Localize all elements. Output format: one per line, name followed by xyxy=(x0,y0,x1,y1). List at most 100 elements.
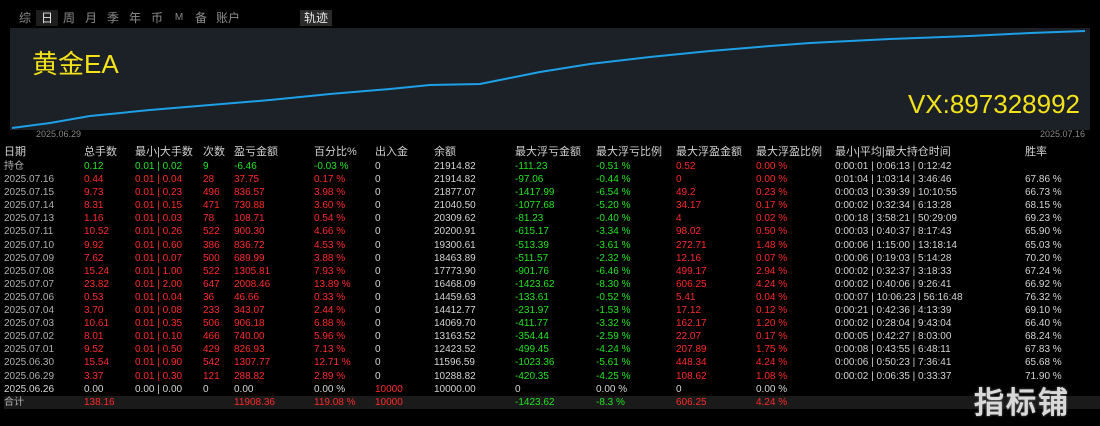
cell-bal: 21877.07 xyxy=(434,187,476,199)
cell-mfp: 162.17 xyxy=(676,318,707,330)
tab-period[interactable]: 季 xyxy=(102,10,124,26)
cell-minmax: 0.01 | 0.15 xyxy=(135,200,183,212)
cell-mflp: -6.54 % xyxy=(596,187,631,199)
cell-pct: 12.71 % xyxy=(314,357,351,369)
cell-mfl: -1423.62 xyxy=(515,396,555,408)
cell-date: 2025.07.04 xyxy=(4,305,55,317)
cell-pct: 2.44 % xyxy=(314,305,346,317)
column-header: 胜率 xyxy=(1025,146,1047,158)
cell-lots: 10.61 xyxy=(84,318,110,330)
cell-bal: 20309.62 xyxy=(434,213,476,225)
cell-mfpp: 4.24 % xyxy=(756,396,788,408)
cell-bal: 18463.89 xyxy=(434,252,476,264)
cell-mfp: 108.62 xyxy=(676,370,707,382)
tab-period[interactable]: 币 xyxy=(146,10,168,26)
cell-pl: 836.72 xyxy=(234,239,265,251)
cell-mflp: -2.59 % xyxy=(596,331,631,343)
total-row[interactable]: 合计 138.16 11908.36 119.08 % 10000 -1423.62 -8.… xyxy=(4,395,1100,409)
cell-bal: 21914.82 xyxy=(434,174,476,186)
cell-mfl: -513.39 xyxy=(515,239,549,251)
cell-count: 496 xyxy=(203,187,220,199)
table-row[interactable]: 2025.07.13 1.16 0.01 | 0.03 78 108.71 0.54 % 0… xyxy=(4,212,1100,225)
cell-count: 233 xyxy=(203,305,220,317)
cell-date: 2025.06.29 xyxy=(4,370,55,382)
table-row[interactable]: 2025.07.09 7.62 0.01 | 0.07 500 689.99 3.88 %… xyxy=(4,252,1100,265)
cell-win: 67.24 % xyxy=(1025,265,1062,277)
table-row[interactable]: 2025.07.04 3.70 0.01 | 0.08 233 343.07 2.44 %… xyxy=(4,304,1100,317)
table-row[interactable]: 2025.07.01 9.52 0.01 | 0.50 429 826.93 7.13 %… xyxy=(4,343,1100,356)
cell-lots: 0.44 xyxy=(84,174,104,186)
cell-pct: 3.98 % xyxy=(314,187,346,199)
cell-count: 78 xyxy=(203,213,215,225)
table-row[interactable]: 2025.07.02 8.01 0.01 | 0.10 466 740.00 5.96 %… xyxy=(4,330,1100,343)
table-row[interactable]: 2025.07.11 10.52 0.01 | 0.26 522 900.30 4.66 … xyxy=(4,225,1100,238)
tab-period[interactable]: 备 xyxy=(190,10,212,26)
cell-io: 0 xyxy=(375,226,381,238)
cell-time: 0:00:01 | 0:06:13 | 0:12:42 xyxy=(835,161,952,172)
table-row[interactable]: 2025.07.03 10.61 0.01 | 0.35 506 906.18 6.88 … xyxy=(4,317,1100,330)
cell-date: 2025.07.01 xyxy=(4,344,55,356)
cell-mfp: 0 xyxy=(676,174,682,186)
cell-io: 0 xyxy=(375,291,381,303)
cell-time: 0:00:18 | 3:58:21 | 50:29:09 xyxy=(835,213,957,225)
cell-pl: -6.46 xyxy=(234,161,257,172)
table-row[interactable]: 2025.07.16 0.44 0.01 | 0.04 28 37.75 0.17 % 0 2… xyxy=(4,173,1100,186)
table-row[interactable]: 2025.06.30 15.54 0.01 | 0.90 542 1307.77 12.7… xyxy=(4,356,1100,369)
table-header: 日期 总手数 最小|大手数 次数 盈亏金额 百分比% 出入金 余额 最大浮亏金额 最大浮亏比例 最大… xyxy=(4,144,1100,160)
cell-count: 466 xyxy=(203,331,220,343)
cell-pct: 7.93 % xyxy=(314,265,346,277)
cell-lots: 0.53 xyxy=(84,291,104,303)
table-row[interactable]: 持仓 0.12 0.01 | 0.02 9 -6.46 -0.03 % 0 21914.82 -… xyxy=(4,160,1100,173)
cell-pl: 46.66 xyxy=(234,291,260,303)
cell-win: 66.73 % xyxy=(1025,187,1062,199)
table-row[interactable]: 2025.07.15 9.73 0.01 | 0.23 496 836.57 3.98 %… xyxy=(4,186,1100,199)
cell-mflp: -4.25 % xyxy=(596,370,631,382)
cell-pct: 4.66 % xyxy=(314,226,346,238)
column-header: 盈亏金额 xyxy=(234,146,278,158)
tab-period[interactable]: 月 xyxy=(80,10,102,26)
cell-mfl: -133.61 xyxy=(515,291,549,303)
table-row[interactable]: 2025.07.08 15.24 0.01 | 1.00 522 1305.81 7.93… xyxy=(4,265,1100,278)
cell-lots: 9.92 xyxy=(84,239,104,251)
cell-mfpp: 4.24 % xyxy=(756,357,788,369)
cell-lots: 9.52 xyxy=(84,344,104,356)
tab-period[interactable]: 账户 xyxy=(212,10,244,26)
cell-pct: 0.17 % xyxy=(314,174,346,186)
cell-time: 0:00:02 | 0:32:34 | 6:13:28 xyxy=(835,200,952,212)
cell-bal: 13163.52 xyxy=(434,331,476,343)
cell-minmax: 0.01 | 0.90 xyxy=(135,357,183,369)
tab-period[interactable]: 周 xyxy=(58,10,80,26)
period-tabs: 综日周月季年币 M 备账户 xyxy=(14,10,244,26)
tab-period[interactable]: M xyxy=(168,10,190,26)
tab-period[interactable]: 综 xyxy=(14,10,36,26)
cell-mflp: -5.20 % xyxy=(596,200,631,212)
table-row[interactable]: 2025.06.29 3.37 0.01 | 0.30 121 288.82 2.89 %… xyxy=(4,370,1100,383)
column-header: 最大浮盈金额 xyxy=(676,146,742,158)
table-row[interactable]: 2025.07.06 0.53 0.01 | 0.04 36 46.66 0.33 % 0 1… xyxy=(4,291,1100,304)
cell-count: 500 xyxy=(203,252,220,264)
cell-mfp: 499.17 xyxy=(676,265,707,277)
tab-trail[interactable]: 轨迹 xyxy=(300,10,333,26)
cell-mfpp: 1.48 % xyxy=(756,239,788,251)
cell-minmax: 0.01 | 0.26 xyxy=(135,226,183,238)
table-row[interactable]: 2025.06.26 0.00 0.00 | 0.00 0 0.00 0.00 % 1000… xyxy=(4,383,1100,396)
cell-time: 0:00:06 | 0:19:03 | 5:14:28 xyxy=(835,252,952,264)
cell-date: 2025.07.07 xyxy=(4,278,55,290)
tab-period[interactable]: 年 xyxy=(124,10,146,26)
cell-pl: 1307.77 xyxy=(234,357,271,369)
cell-io: 0 xyxy=(375,344,381,356)
table-row[interactable]: 2025.07.10 9.92 0.01 | 0.60 386 836.72 4.53 %… xyxy=(4,239,1100,252)
table-row[interactable]: 2025.07.14 8.31 0.01 | 0.15 471 730.88 3.60 %… xyxy=(4,199,1100,212)
cell-lots: 138.16 xyxy=(84,396,115,408)
cell-mfp: 34.17 xyxy=(676,200,702,212)
cell-pl: 836.57 xyxy=(234,187,265,199)
cell-mflp: -3.34 % xyxy=(596,226,631,238)
top-bar: 综日周月季年币 M 备账户 轨迹 xyxy=(0,0,1100,28)
column-header: 最大浮亏金额 xyxy=(515,146,581,158)
cell-pct: 119.08 % xyxy=(314,396,356,408)
cell-mfl: -420.35 xyxy=(515,370,549,382)
tab-period[interactable]: 日 xyxy=(36,10,58,26)
cell-mfl: -1077.68 xyxy=(515,200,555,212)
cell-lots: 3.37 xyxy=(84,370,104,382)
table-row[interactable]: 2025.07.07 23.82 0.01 | 2.00 647 2008.46 13.8… xyxy=(4,278,1100,291)
